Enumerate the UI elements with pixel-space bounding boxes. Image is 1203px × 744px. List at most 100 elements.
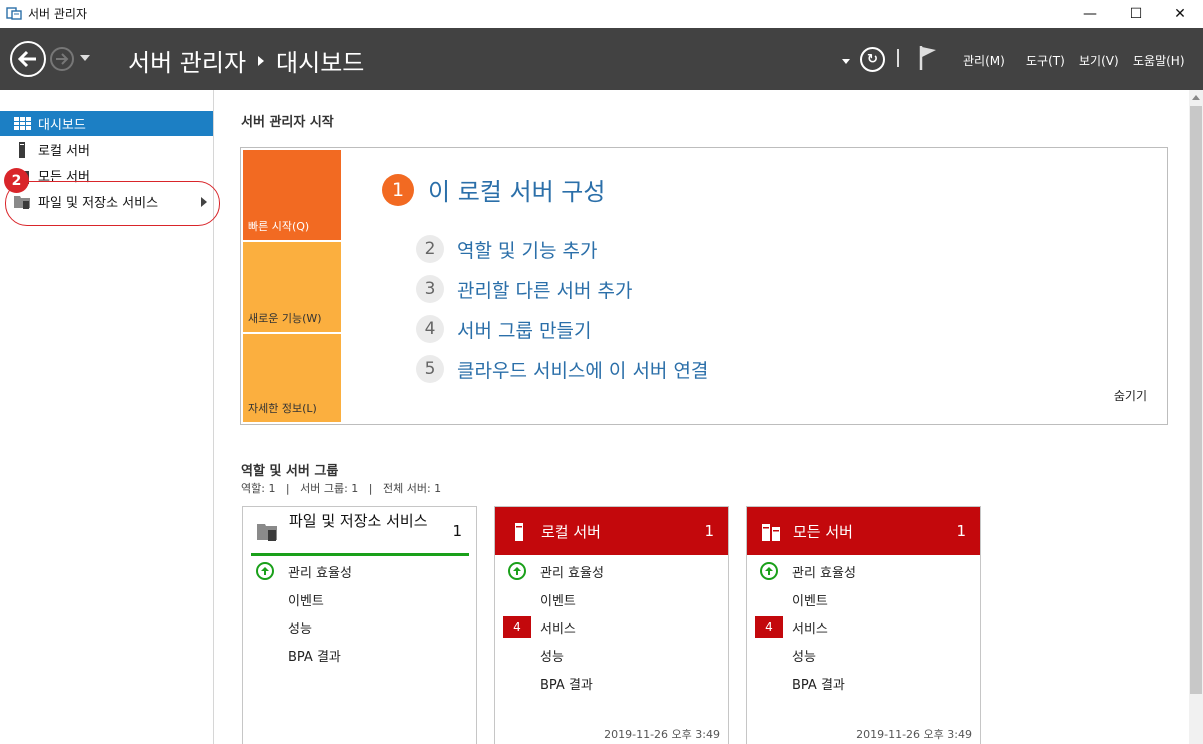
card-row-manageability[interactable]: 관리 효율성: [243, 560, 476, 582]
tab-whats-new[interactable]: 새로운 기능(W): [243, 242, 341, 332]
sidebar-item-dashboard[interactable]: 대시보드: [0, 111, 213, 136]
tab-label: 빠른 시작(Q): [248, 220, 310, 233]
menu-manage[interactable]: 관리(M): [963, 52, 1005, 69]
menu-help[interactable]: 도움말(H): [1133, 52, 1185, 69]
status-up-icon: [508, 562, 526, 580]
chevron-right-icon: [258, 55, 265, 66]
history-dropdown-icon[interactable]: [80, 55, 90, 61]
card-row-bpa[interactable]: BPA 결과: [495, 672, 728, 694]
window-title: 서버 관리자: [28, 7, 88, 21]
quickstart-step-1[interactable]: 1 이 로컬 서버 구성: [382, 172, 605, 207]
step-link[interactable]: 관리할 다른 서버 추가: [457, 276, 632, 303]
card-header[interactable]: 파일 및 저장소 서비스 1: [243, 507, 476, 555]
scrollbar-thumb[interactable]: [1190, 106, 1202, 694]
step-link[interactable]: 클라우드 서비스에 이 서버 연결: [457, 356, 708, 383]
card-row-events[interactable]: 이벤트: [747, 588, 980, 610]
quickstart-step-3[interactable]: 3 관리할 다른 서버 추가: [416, 275, 632, 303]
alert-count-badge: 4: [503, 616, 531, 638]
chevron-down-icon[interactable]: [842, 59, 850, 64]
hide-link[interactable]: 숨기기: [1114, 387, 1147, 404]
step-number: 2: [416, 235, 444, 263]
card-row-manageability[interactable]: 관리 효율성: [747, 560, 980, 582]
card-count: 1: [956, 522, 966, 540]
card-row-performance[interactable]: 성능: [495, 644, 728, 666]
arrow-left-icon: [18, 50, 36, 68]
step-number: 1: [382, 173, 414, 206]
row-label: BPA 결과: [792, 678, 845, 693]
tab-learn-more[interactable]: 자세한 정보(L): [243, 334, 341, 422]
roles-summary: 역할: 1 | 서버 그룹: 1 | 전체 서버: 1: [241, 482, 442, 495]
sidebar-item-local-server[interactable]: 로컬 서버: [0, 137, 213, 162]
step-link[interactable]: 이 로컬 서버 구성: [428, 172, 605, 207]
servers-icon: [762, 524, 780, 541]
card-row-events[interactable]: 이벤트: [495, 588, 728, 610]
card-title: 로컬 서버: [541, 523, 601, 541]
quickstart-step-4[interactable]: 4 서버 그룹 만들기: [416, 315, 591, 343]
callout-highlight-ring: [5, 181, 220, 226]
status-up-icon: [760, 562, 778, 580]
row-label: 관리 효율성: [288, 566, 352, 581]
sidebar-item-label: 로컬 서버: [38, 144, 90, 159]
row-label: 서비스: [540, 622, 576, 637]
card-header[interactable]: 로컬 서버 1: [495, 507, 728, 555]
card-header[interactable]: 모든 서버 1: [747, 507, 980, 555]
card-title: 파일 및 저장소 서비스: [289, 512, 428, 530]
close-button[interactable]: ✕: [1157, 0, 1203, 28]
row-label: 이벤트: [288, 594, 324, 609]
menu-view[interactable]: 보기(V): [1079, 52, 1119, 69]
card-row-services[interactable]: 4 서비스: [495, 616, 728, 638]
arrow-right-icon: [56, 53, 69, 65]
refresh-button[interactable]: ↻: [860, 47, 885, 72]
maximize-button[interactable]: ☐: [1113, 0, 1159, 28]
step-link[interactable]: 역할 및 기능 추가: [457, 236, 597, 263]
header-bar: 서버 관리자 대시보드 ↻ 관리(M) 도구(T) 보기(V) 도움말(H): [0, 28, 1203, 90]
forward-button[interactable]: [50, 47, 74, 71]
row-label: 성능: [540, 650, 564, 665]
card-row-performance[interactable]: 성능: [747, 644, 980, 666]
back-button[interactable]: [10, 41, 46, 77]
card-timestamp: 2019-11-26 오후 3:49: [856, 728, 972, 741]
dashboard-icon: [14, 117, 31, 130]
step-number: 5: [416, 355, 444, 383]
file-storage-icon: [257, 524, 277, 541]
menu-tools[interactable]: 도구(T): [1026, 52, 1065, 69]
role-card-local-server[interactable]: 로컬 서버 1 관리 효율성 이벤트 4 서비스 성능 BPA 결과 2019-…: [494, 506, 729, 744]
card-row-manageability[interactable]: 관리 효율성: [495, 560, 728, 582]
card-row-performance[interactable]: 성능: [243, 616, 476, 638]
row-label: BPA 결과: [288, 650, 341, 665]
row-label: BPA 결과: [540, 678, 593, 693]
role-card-all-servers[interactable]: 모든 서버 1 관리 효율성 이벤트 4 서비스 성능 BPA 결과 2019-…: [746, 506, 981, 744]
card-count: 1: [704, 522, 714, 540]
breadcrumb: 서버 관리자 대시보드: [128, 43, 364, 78]
card-count: 1: [452, 522, 462, 540]
tab-quickstart[interactable]: 빠른 시작(Q): [243, 150, 341, 240]
row-label: 서비스: [792, 622, 828, 637]
breadcrumb-root[interactable]: 서버 관리자: [128, 43, 246, 78]
card-row-events[interactable]: 이벤트: [243, 588, 476, 610]
tab-label: 새로운 기능(W): [248, 312, 322, 325]
status-up-icon: [256, 562, 274, 580]
step-number: 4: [416, 315, 444, 343]
row-label: 성능: [288, 622, 312, 637]
role-card-file-storage[interactable]: 파일 및 저장소 서비스 1 관리 효율성 이벤트 성능 BPA 결과: [242, 506, 477, 744]
step-link[interactable]: 서버 그룹 만들기: [457, 316, 591, 343]
row-label: 이벤트: [540, 594, 576, 609]
breadcrumb-page: 대시보드: [276, 49, 365, 77]
status-ok-bar: [251, 553, 469, 556]
card-row-bpa[interactable]: BPA 결과: [243, 644, 476, 666]
step-number: 3: [416, 275, 444, 303]
card-timestamp: 2019-11-26 오후 3:49: [604, 728, 720, 741]
scroll-up-arrow-icon[interactable]: [1192, 95, 1200, 100]
server-icon: [515, 523, 523, 541]
notifications-flag-icon[interactable]: [918, 45, 938, 71]
card-row-bpa[interactable]: BPA 결과: [747, 672, 980, 694]
minimize-button[interactable]: —: [1067, 0, 1113, 28]
quickstart-step-5[interactable]: 5 클라우드 서비스에 이 서버 연결: [416, 355, 708, 383]
header-divider: [897, 49, 899, 67]
quickstart-step-2[interactable]: 2 역할 및 기능 추가: [416, 235, 597, 263]
alert-count-badge: 4: [755, 616, 783, 638]
card-row-services[interactable]: 4 서비스: [747, 616, 980, 638]
card-title: 모든 서버: [793, 523, 853, 541]
row-label: 관리 효율성: [540, 566, 604, 581]
page-title: 서버 관리자 시작: [241, 115, 334, 130]
